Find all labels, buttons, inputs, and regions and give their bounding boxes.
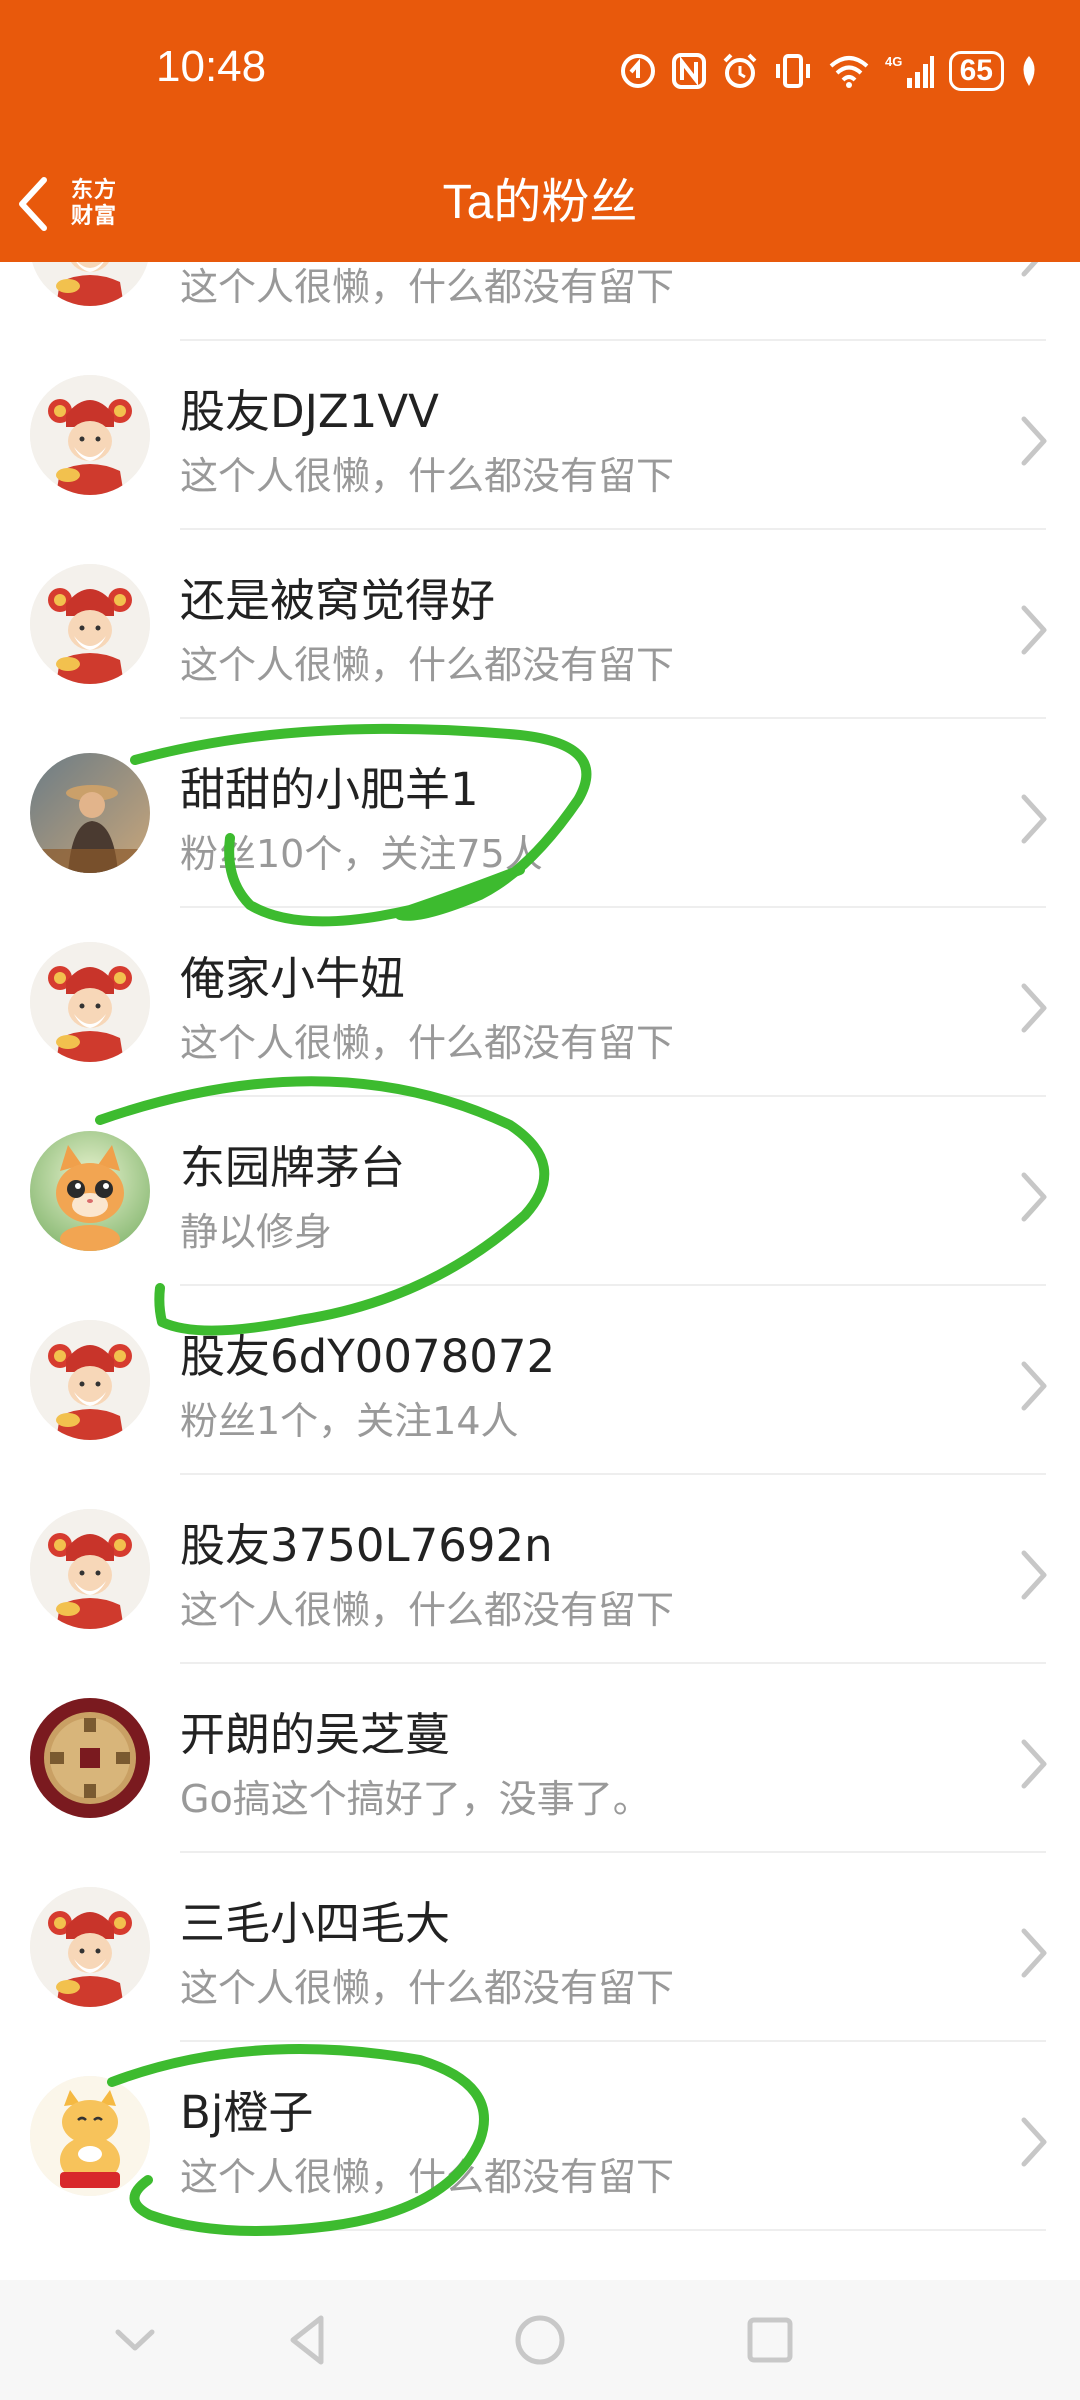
fan-row[interactable]: 开朗的吴芝蔓 Go搞这个搞好了，没事了。	[0, 1664, 1080, 1853]
fan-bio: 这个人很懒，什么都没有留下	[180, 1021, 675, 1065]
fan-name: 甜甜的小肥羊1	[180, 763, 479, 816]
chevron-right-icon	[1014, 1545, 1054, 1605]
fortune-god-avatar	[30, 564, 150, 684]
fan-name: 三毛小四毛大	[180, 1897, 451, 1950]
fan-row[interactable]: 俺家小牛妞 这个人很懒，什么都没有留下	[0, 908, 1080, 1097]
fan-row[interactable]: 三毛小四毛大 这个人很懒，什么都没有留下	[0, 1853, 1080, 2042]
chevron-right-icon	[1014, 2112, 1054, 2172]
fan-row[interactable]: 这个人很懒，什么都没有留下	[0, 262, 1080, 341]
fan-stats: 粉丝1个，关注14人	[180, 1399, 519, 1443]
fan-row[interactable]: 股友3750L7692n 这个人很懒，什么都没有留下	[0, 1475, 1080, 1664]
fan-bio: 这个人很懒，什么都没有留下	[180, 2155, 675, 2199]
chevron-right-icon	[1014, 1167, 1054, 1227]
page-title: Ta的粉丝	[442, 176, 638, 229]
fan-name: 股友3750L7692n	[180, 1519, 553, 1572]
fan-bio: 这个人很懒，什么都没有留下	[180, 1588, 675, 1632]
fan-stats: 粉丝10个，关注75人	[180, 832, 543, 876]
chevron-right-icon	[1014, 1356, 1054, 1416]
fortune-god-avatar	[30, 942, 150, 1062]
fan-row[interactable]: 甜甜的小肥羊1 粉丝10个，关注75人	[0, 719, 1080, 908]
data-saver-icon	[620, 54, 655, 88]
fan-row[interactable]: 东园牌茅台 静以修身	[0, 1097, 1080, 1286]
battery-icon: 65	[948, 51, 1004, 91]
status-bar: 10:48 4G 65	[0, 0, 1080, 140]
fan-name: 开朗的吴芝蔓	[180, 1708, 451, 1761]
divider	[180, 2229, 1046, 2231]
chevron-right-icon	[1014, 789, 1054, 849]
back-nav-icon[interactable]	[283, 2310, 333, 2370]
fan-bio: 这个人很懒，什么都没有留下	[180, 265, 675, 309]
nav-bar: 东方 财富 Ta的粉丝	[0, 140, 1080, 262]
chevron-right-icon	[1014, 600, 1054, 660]
leaf-icon	[1023, 56, 1035, 86]
fortune-god-avatar	[30, 262, 150, 306]
chevron-right-icon	[1014, 978, 1054, 1038]
lucky-cat-avatar	[30, 2076, 150, 2196]
chevron-right-icon	[1014, 411, 1054, 471]
alarm-icon	[723, 53, 757, 88]
fan-bio: 这个人很懒，什么都没有留下	[180, 454, 675, 498]
fan-name: 东园牌茅台	[180, 1141, 406, 1194]
system-navigation-bar	[0, 2280, 1080, 2400]
status-icons: 4G 65	[619, 46, 1040, 96]
fan-bio: 这个人很懒，什么都没有留下	[180, 643, 675, 687]
fan-row[interactable]: 股友6dY0078072 粉丝1个，关注14人	[0, 1286, 1080, 1475]
chevron-right-icon	[1014, 262, 1054, 282]
fan-bio: 静以修身	[180, 1210, 333, 1254]
fan-row[interactable]: 还是被窝觉得好 这个人很懒，什么都没有留下	[0, 530, 1080, 719]
app-header: 10:48 4G 65 东方 财富 Ta的粉丝	[0, 0, 1080, 262]
wifi-icon	[829, 56, 868, 88]
cartoon-cat-avatar	[30, 1131, 150, 1251]
fans-list: 这个人很懒，什么都没有留下 股友DJZ1VV 这个人很懒，什么都没有留下 还是被…	[0, 262, 1080, 2280]
fan-row[interactable]: Bj橙子 这个人很懒，什么都没有留下	[0, 2042, 1080, 2231]
fan-name: Bj橙子	[180, 2086, 314, 2139]
fortune-god-avatar	[30, 1509, 150, 1629]
fan-bio: 这个人很懒，什么都没有留下	[180, 1966, 675, 2010]
fortune-god-avatar	[30, 1887, 150, 2007]
vibrate-icon	[775, 54, 810, 88]
chevron-right-icon	[1014, 1923, 1054, 1983]
fan-name: 还是被窝觉得好	[180, 574, 496, 627]
fortune-god-avatar	[30, 375, 150, 495]
hide-keyboard-icon[interactable]	[110, 2310, 160, 2370]
cellular-signal-icon: 4G	[885, 54, 934, 88]
fortune-god-avatar	[30, 1320, 150, 1440]
fan-row[interactable]: 股友DJZ1VV 这个人很懒，什么都没有留下	[0, 341, 1080, 530]
fan-name: 股友DJZ1VV	[180, 385, 439, 438]
coin-avatar	[30, 1698, 150, 1818]
network-type-label: 4G	[885, 54, 902, 69]
fan-name: 股友6dY0078072	[180, 1330, 556, 1383]
recents-nav-icon[interactable]	[742, 2310, 798, 2370]
photo-avatar	[30, 753, 150, 873]
status-time: 10:48	[156, 42, 267, 91]
chevron-right-icon	[1014, 1734, 1054, 1794]
nfc-icon	[671, 53, 706, 89]
fan-bio: Go搞这个搞好了，没事了。	[180, 1777, 651, 1821]
home-nav-icon[interactable]	[512, 2310, 568, 2370]
fan-name: 俺家小牛妞	[180, 952, 406, 1005]
